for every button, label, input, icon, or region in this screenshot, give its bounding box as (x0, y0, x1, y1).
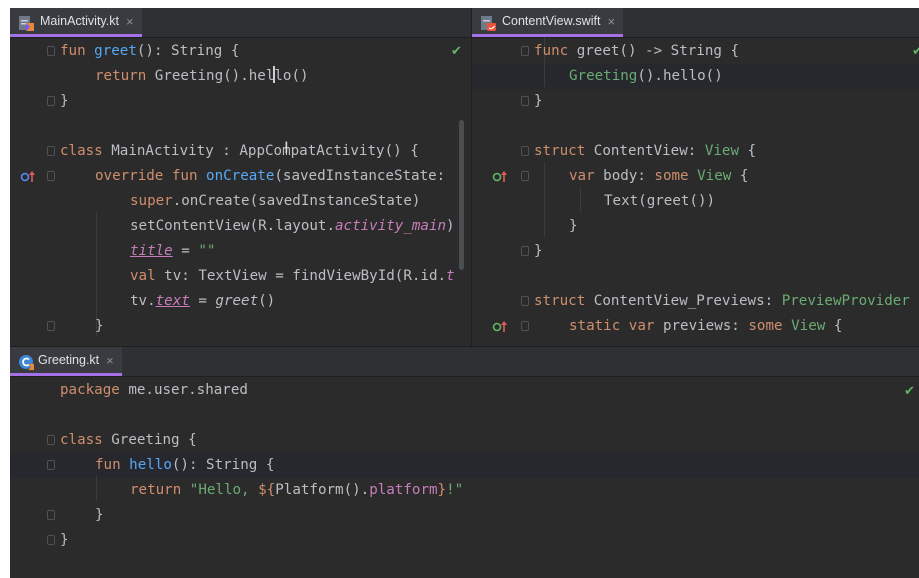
fold-marker[interactable] (521, 246, 529, 256)
code-line: Greeting().hello() (569, 68, 723, 84)
fold-marker[interactable] (47, 146, 55, 156)
code-line: setContentView(R.layout.activity_main) (130, 218, 455, 234)
tab-label: Greeting.kt (38, 353, 100, 367)
code-line: return "Hello, ${Platform().platform}!" (130, 482, 464, 498)
ide-editor-area: MainActivity.kt × ✔ fun greet(): String … (10, 8, 919, 578)
code-line: static var previews: some View { (472, 314, 919, 339)
editor-pane-main-activity: MainActivity.kt × ✔ fun greet(): String … (10, 8, 471, 346)
code-line: Text(greet()) (604, 193, 716, 209)
code-line: } (10, 503, 919, 528)
fold-marker[interactable] (47, 46, 55, 56)
fold-marker[interactable] (47, 535, 55, 545)
code-line: super.onCreate(savedInstanceState) (130, 193, 421, 209)
code-line: class Greeting { (10, 428, 919, 453)
code-area[interactable]: func greet() -> String { Greeting().hell… (472, 37, 919, 346)
code-line: } (10, 528, 919, 553)
mouse-cursor-ibeam: I (284, 138, 289, 157)
code-line: title = "" (130, 243, 216, 259)
fold-marker[interactable] (47, 96, 55, 106)
fold-marker[interactable] (521, 96, 529, 106)
code-line: var body: some View { (472, 164, 919, 189)
tab-label: MainActivity.kt (40, 14, 119, 28)
fold-marker[interactable] (47, 510, 55, 520)
tab-bar: MainActivity.kt × (10, 8, 471, 38)
fold-marker[interactable] (521, 321, 529, 331)
text-caret (273, 66, 276, 83)
code-area[interactable]: package me.user.shared class Greeting { … (10, 376, 919, 578)
editor-pane-content-view: ContentView.swift × ✔ func greet() -> St… (472, 8, 919, 346)
fold-marker[interactable] (521, 171, 529, 181)
code-line: override fun onCreate(savedInstanceState… (10, 164, 471, 189)
close-tab-icon[interactable]: × (106, 353, 114, 368)
code-line: tv.text = greet() (130, 293, 276, 309)
code-line: return Greeting().hello() (95, 66, 309, 84)
override-gutter-icon[interactable] (492, 170, 512, 184)
tab-greeting[interactable]: Greeting.kt × (10, 347, 122, 376)
code-line: fun greet(): String { (10, 39, 471, 64)
fold-marker[interactable] (47, 171, 55, 181)
code-line: } (10, 89, 471, 114)
fold-marker[interactable] (521, 296, 529, 306)
code-area[interactable]: fun greet(): String { return Greeting().… (10, 37, 471, 346)
tab-bar: ContentView.swift × (472, 8, 919, 38)
kotlin-file-icon (19, 16, 34, 31)
fold-marker[interactable] (521, 46, 529, 56)
override-gutter-icon[interactable] (20, 170, 40, 184)
code-line: struct ContentView: View { (472, 139, 919, 164)
code-line: func greet() -> String { (472, 39, 919, 64)
override-gutter-icon[interactable] (492, 320, 512, 334)
tab-bar: Greeting.kt × (10, 347, 919, 377)
code-line: class MainActivity : AppCompatActivity()… (10, 139, 471, 164)
code-line: val tv: TextView = findViewById(R.id.t (130, 268, 455, 284)
code-line: } (472, 89, 919, 114)
editor-pane-greeting: Greeting.kt × ✔ package me.user.shared c… (10, 347, 919, 578)
code-line: package me.user.shared (60, 382, 248, 398)
fold-marker[interactable] (47, 460, 55, 470)
fold-marker[interactable] (521, 146, 529, 156)
code-line: struct ContentView_Previews: PreviewProv… (472, 289, 919, 314)
fold-marker[interactable] (47, 321, 55, 331)
code-line: } (472, 239, 919, 264)
code-line: fun hello(): String { (10, 453, 919, 478)
close-tab-icon[interactable]: × (607, 14, 615, 29)
tab-label: ContentView.swift (502, 14, 601, 28)
tab-main-activity[interactable]: MainActivity.kt × (10, 8, 142, 37)
swift-file-icon (481, 16, 496, 31)
close-tab-icon[interactable]: × (126, 14, 134, 29)
kotlin-class-icon (19, 355, 34, 370)
code-line: } (10, 314, 471, 339)
fold-marker[interactable] (47, 435, 55, 445)
code-line: } (569, 218, 578, 234)
tab-content-view[interactable]: ContentView.swift × (472, 8, 624, 37)
